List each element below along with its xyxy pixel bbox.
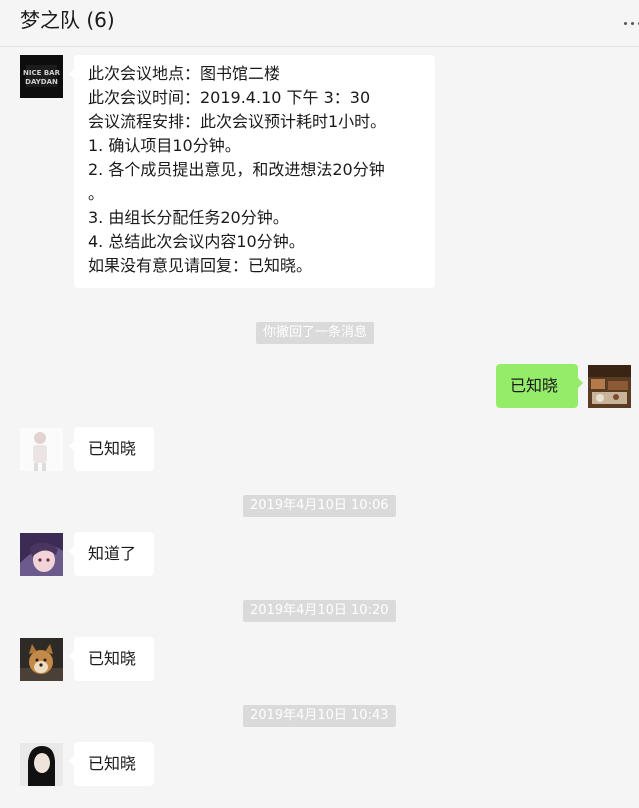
message-bubble[interactable]: 知道了 [69, 532, 154, 576]
message-line: 。 [88, 184, 105, 203]
avatar-image [20, 638, 63, 681]
avatar-image [20, 743, 63, 786]
avatar[interactable] [20, 533, 63, 576]
message-bubble-meeting-notice[interactable]: 此次会议地点：图书馆二楼 此次会议时间：2019.4.10 下午 3：30 会议… [69, 55, 435, 288]
message-line: 会议流程安排：此次会议预计耗时1小时。 [88, 112, 387, 131]
message-bubble[interactable]: 已知晓 [69, 427, 154, 471]
timestamp: 2019年4月10日 10:06 [243, 495, 396, 517]
message-line: 4. 总结此次会议内容10分钟。 [88, 232, 305, 251]
avatar[interactable] [20, 638, 63, 681]
chat-title: 梦之队 (6) [20, 8, 115, 32]
message-line: 如果没有意见请回复：已知晓。 [88, 256, 313, 275]
avatar[interactable] [20, 428, 63, 471]
message-bubble-self[interactable]: 已知晓 [496, 364, 583, 408]
avatar-image [20, 533, 63, 576]
avatar[interactable] [20, 743, 63, 786]
message-line: 此次会议地点：图书馆二楼 [88, 64, 281, 83]
self-avatar[interactable] [588, 365, 631, 408]
message-bubble[interactable]: 已知晓 [69, 742, 154, 786]
avatar-image [588, 365, 631, 408]
avatar[interactable]: NICE BAR DAYDAN [20, 55, 63, 98]
timestamp: 2019年4月10日 10:20 [243, 600, 396, 622]
message-line: 此次会议时间：2019.4.10 下午 3：30 [88, 88, 371, 107]
timestamp: 2019年4月10日 10:43 [243, 705, 396, 727]
avatar-text: NICE BAR [23, 69, 61, 77]
avatar-image [20, 428, 63, 471]
message-line: 3. 由组长分配任务20分钟。 [88, 208, 289, 227]
svg-text:DAYDAN: DAYDAN [25, 78, 58, 86]
recall-notice[interactable]: 你撤回了一条消息 [256, 322, 375, 344]
chat-header: 梦之队 (6) [0, 0, 639, 47]
message-bubble[interactable]: 已知晓 [69, 637, 154, 681]
more-options-icon[interactable] [624, 14, 639, 34]
message-line: 2. 各个成员提出意见，和改进想法20分钟 [88, 160, 385, 179]
avatar-image: NICE BAR DAYDAN [20, 55, 63, 98]
message-line: 1. 确认项目10分钟。 [88, 136, 241, 155]
